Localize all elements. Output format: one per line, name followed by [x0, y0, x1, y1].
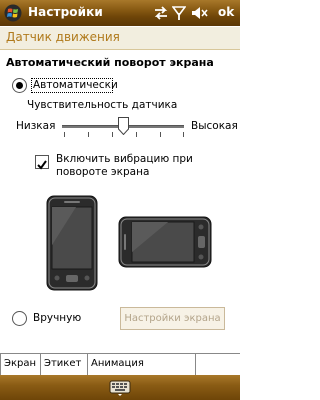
bottom-bar	[0, 375, 240, 400]
page-title: Датчик движения	[6, 30, 120, 44]
sensitivity-min-label: Низкая	[16, 120, 56, 132]
slider-tick	[64, 132, 65, 137]
header-divider	[0, 49, 240, 50]
start-menu-icon[interactable]	[4, 4, 22, 22]
auto-rotate-label[interactable]: Автоматически	[33, 79, 118, 91]
phone-portrait-image	[46, 195, 98, 291]
ok-button[interactable]: ok	[218, 5, 234, 19]
connectivity-icon[interactable]	[152, 4, 170, 22]
vibration-checkbox[interactable]	[35, 155, 49, 170]
slider-tick	[136, 132, 137, 137]
phone-landscape-image	[118, 216, 212, 268]
section-title: Автоматический поворот экрана	[6, 56, 214, 69]
page-header: Датчик движения	[0, 27, 240, 49]
tab-screen[interactable]: Экран	[0, 354, 41, 375]
sensitivity-label: Чувствительность датчика	[27, 99, 178, 111]
slider-tick	[160, 132, 161, 137]
app-title: Настройки	[28, 5, 103, 19]
tab-rotation-animation[interactable]: Анимация поворота	[88, 354, 196, 388]
screen-settings-button[interactable]: Настройки экрана	[120, 307, 225, 330]
vibration-label-line1[interactable]: Включить вибрацию при	[56, 153, 193, 165]
manual-rotate-label[interactable]: Вручную	[33, 312, 81, 324]
auto-rotate-radio[interactable]	[12, 78, 27, 93]
tab-bar: Экран Этикет Анимация поворота	[0, 353, 240, 388]
signal-icon[interactable]	[172, 4, 186, 22]
slider-tick	[183, 132, 184, 137]
slider-thumb[interactable]	[118, 117, 129, 135]
title-bar: Настройки ok	[0, 0, 240, 26]
slider-tick	[88, 132, 89, 137]
check-icon	[37, 160, 47, 170]
vibration-label-line2[interactable]: повороте экрана	[56, 166, 149, 178]
slider-tick	[112, 132, 113, 137]
tab-label[interactable]: Этикет	[41, 354, 88, 375]
sensitivity-max-label: Высокая	[191, 120, 238, 132]
keyboard-icon[interactable]	[109, 378, 131, 397]
manual-rotate-radio[interactable]	[12, 311, 27, 326]
speaker-muted-icon[interactable]	[190, 4, 210, 22]
radio-selected-dot	[16, 82, 23, 89]
